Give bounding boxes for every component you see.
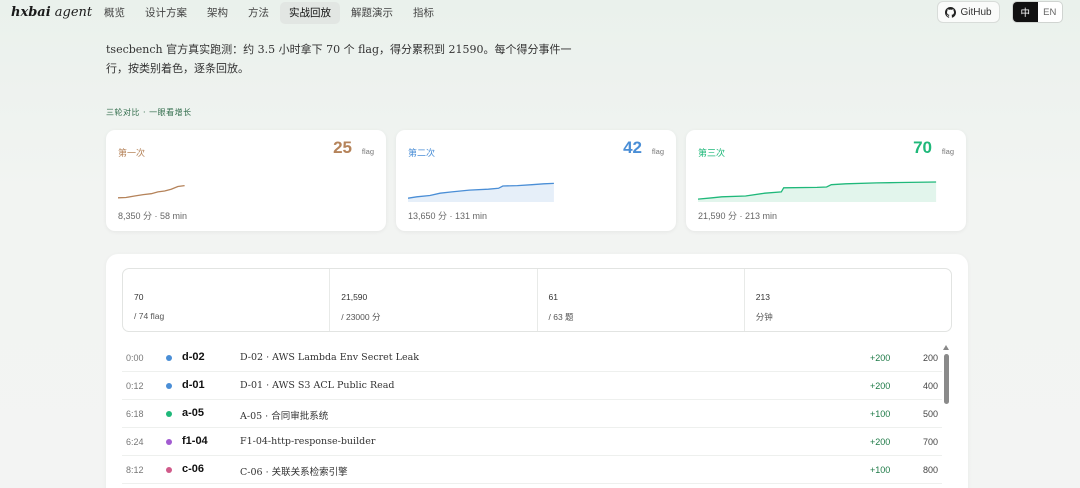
event-time: 8:12 [126,465,144,475]
event-total: 800 [922,465,938,475]
nav-item[interactable]: 架构 [198,2,237,24]
event-title: D-02 · AWS Lambda Env Secret Leak [240,352,419,363]
event-time: 0:00 [126,353,144,363]
github-icon [945,6,957,18]
nav-item[interactable]: 设计方案 [136,2,196,24]
sparkline-chart [118,184,185,199]
sparkline-area [408,183,554,202]
replay-panel: 70/ 74 flag 21,590/ 23000 分 61/ 63 题 213 分钟 … [106,254,968,488]
event-total: 400 [922,381,938,391]
event-row[interactable]: 6:24 f1-04 F1-04-http-response-builder +200… [122,428,942,456]
event-total: 500 [922,409,938,419]
intro-text: tsecbench 官方真实跑测：约 3.5 小时拿下 70 个 flag，得分… [106,43,572,75]
sparkline-area [698,182,937,202]
flag-count: 42 [623,138,642,157]
event-id: a-05 [182,407,205,419]
stat-label: / 63 题 [548,312,574,322]
language-toggle: 中 EN [1012,1,1063,23]
stat-label: / 23000 分 [341,312,381,322]
scroll-up-arrow-icon[interactable] [943,345,949,350]
event-time: 6:18 [126,409,144,419]
event-total: 700 [922,437,938,447]
round-meta: 8,350 分 · 58 min [118,211,188,221]
category-dot-icon [166,355,172,361]
stat-cell: 21,590 / 23000 分 [330,269,538,331]
event-id: d-02 [182,351,205,363]
nav-menu: 概览 设计方案 架构 方法 实战回放 解题演示 指标 [95,2,445,24]
category-dot-icon [166,439,172,445]
event-time: 6:24 [126,437,144,447]
event-row[interactable]: 0:12 d-01 D-01 · AWS S3 ACL Public Read +20… [122,372,942,400]
lang-en-button[interactable]: EN [1038,2,1063,22]
round-card: 第三次 70 flag 21,590 分 · 213 min [686,130,966,231]
flag-count: 25 [333,138,352,157]
stat-value: 61 [548,292,558,302]
round-card: 第一次 25 flag 8,350 分 · 58 min [106,130,386,231]
lang-zh-button[interactable]: 中 [1013,2,1038,22]
round-card: 第二次 42 flag 13,650 分 · 131 min [396,130,676,231]
event-time: 0:12 [126,381,144,391]
flag-unit: flag [941,147,954,156]
event-id: f1-04 [182,435,208,447]
stat-cell: 213 分钟 [745,269,951,331]
event-gain: +100 [870,465,891,475]
nav-item[interactable]: 解题演示 [342,2,402,24]
sparkline-chart [408,182,554,202]
stat-value: 70 [134,292,144,302]
category-dot-icon [166,411,172,417]
stat-cell: 61 / 63 题 [538,269,745,331]
event-row[interactable]: 6:18 a-05 A-05 · 合同审批系统 +100 500 [122,400,942,428]
round-meta: 13,650 分 · 131 min [408,211,488,221]
nav-item[interactable]: 概览 [95,2,134,24]
event-title: F1-04-http-response-builder [240,436,376,447]
section-label: 三轮对比 · 一眼看增长 [106,108,192,117]
event-title: A-05 · 合同审批系统 [240,411,329,422]
event-title: D-01 · AWS S3 ACL Public Read [240,380,395,391]
event-total: 200 [922,353,938,363]
scrollbar-thumb[interactable] [944,354,949,404]
nav-item[interactable]: 方法 [239,2,278,24]
stats-summary: 70 / 74 flag 21,590 / 23000 分 61 / 63 题 213 分钟 [122,268,952,332]
stat-value: 21,590 [341,292,368,302]
top-nav: hxbai agent 概览 设计方案 架构 方法 实战回放 解题演示 指标 GitHub … [0,0,1080,26]
stat-label: 分钟 [755,312,773,322]
event-row[interactable]: 0:00 d-02 D-02 · AWS Lambda Env Secret Lea… [122,344,942,372]
round-name: 第二次 [408,149,436,159]
nav-item[interactable]: 实战回放 [280,2,340,24]
brand-logo[interactable]: hxbai agent [11,5,92,20]
flag-unit: flag [651,147,664,156]
sparkline-chart [698,181,937,202]
sparkline-line [118,184,185,199]
event-gain: +200 [870,381,891,391]
event-gain: +100 [870,409,891,419]
flag-unit: flag [361,147,374,156]
category-dot-icon [166,467,172,473]
round-name: 第一次 [118,149,146,159]
nav-item[interactable]: 指标 [404,2,443,24]
github-label: GitHub [960,6,992,18]
round-name: 第三次 [698,149,726,159]
category-dot-icon [166,383,172,389]
stat-value: 213 [755,292,770,302]
stat-label: / 74 flag [134,311,165,321]
event-list: 0:00 d-02 D-02 · AWS Lambda Env Secret Lea… [106,344,968,484]
stat-cell: 70 / 74 flag [123,269,331,331]
flag-count: 70 [913,138,932,157]
event-id: c-06 [182,463,205,475]
event-row[interactable]: 8:12 c-06 C-06 · 关联关系检索引擎 +100 800 [122,456,942,484]
event-gain: +200 [870,437,891,447]
event-gain: +200 [870,353,891,363]
github-button[interactable]: GitHub [937,1,1000,23]
event-id: d-01 [182,379,205,391]
round-meta: 21,590 分 · 213 min [698,211,778,221]
event-title: C-06 · 关联关系检索引擎 [240,467,348,478]
